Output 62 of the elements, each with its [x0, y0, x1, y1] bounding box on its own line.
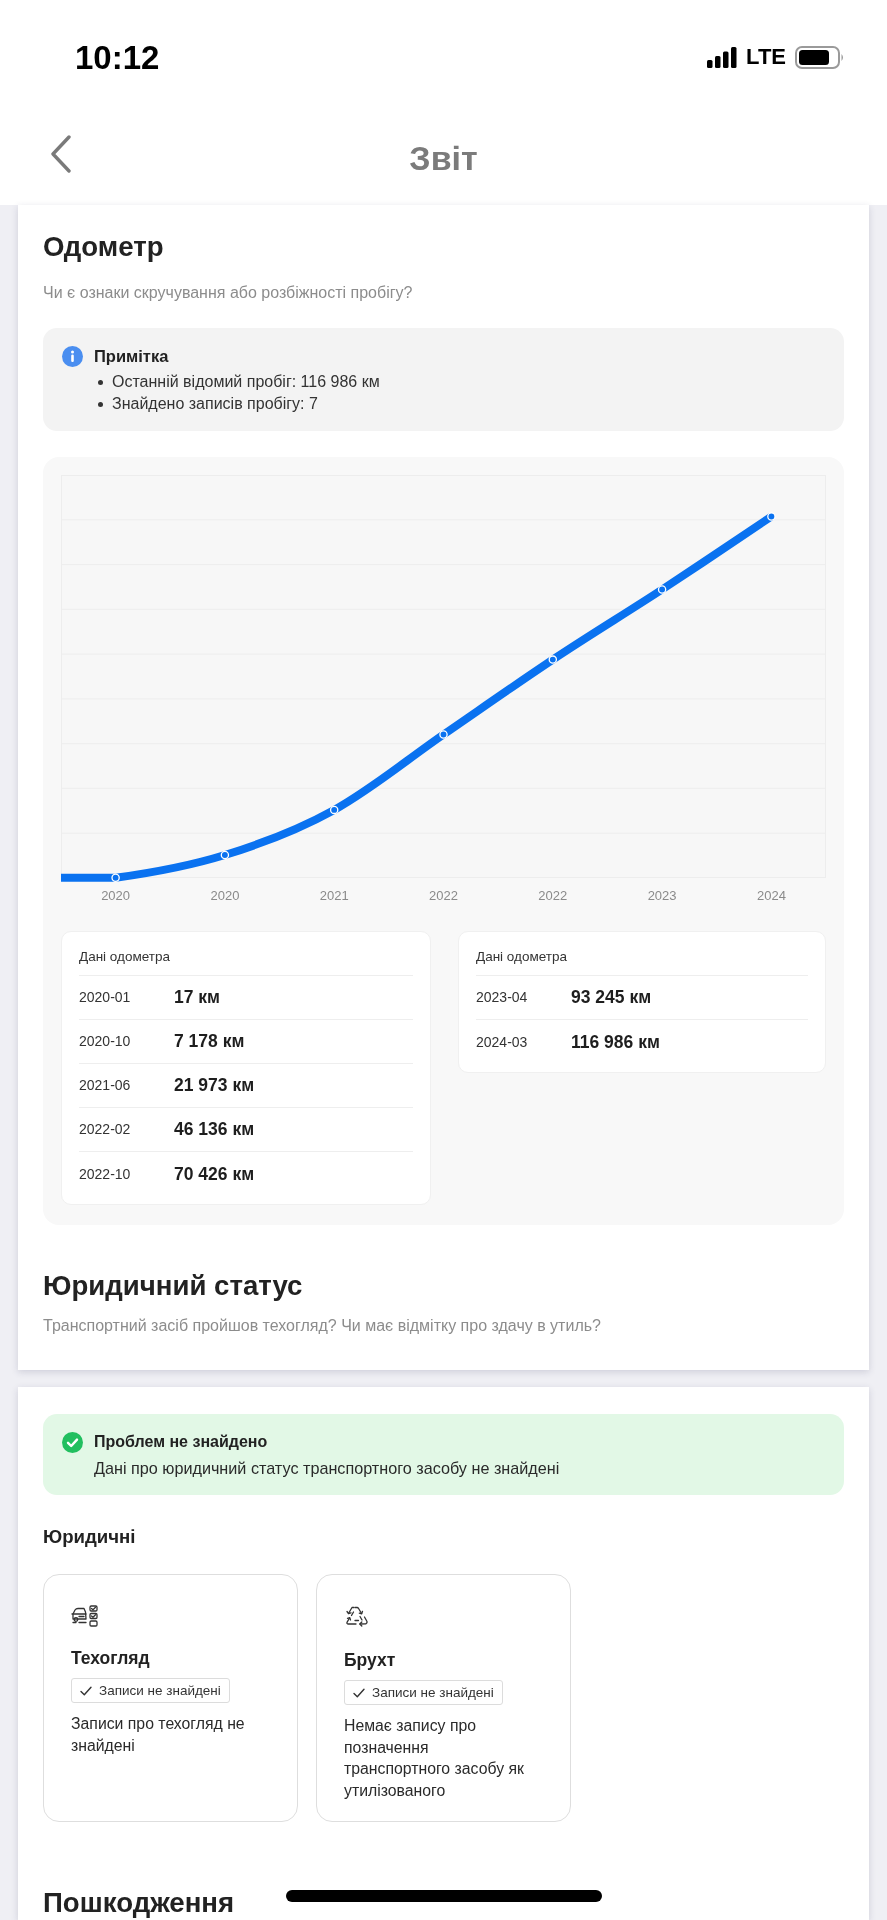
date-cell-text: 2023-04 — [476, 988, 529, 1007]
data-point — [111, 873, 120, 883]
car-checklist-icon — [71, 1605, 99, 1627]
axis-label: 2023 — [647, 888, 677, 904]
status-text: Записи не знайдені — [99, 1683, 221, 1698]
signal-icon — [707, 46, 738, 68]
info-icon — [62, 346, 83, 367]
mileage-cell-text: 17 км — [174, 986, 221, 1010]
data-point — [439, 730, 448, 739]
status-text: Записи не знайдені — [372, 1685, 494, 1700]
mileage-cell-text: 93 245 км — [571, 986, 652, 1010]
record-title: Брухт — [344, 1649, 397, 1671]
section-subtitle: Чи є ознаки скручування або розбіжності пробігу? — [43, 283, 413, 303]
date-cell-text: 2022-02 — [79, 1120, 132, 1139]
group-title: Юридичні — [43, 1526, 136, 1548]
data-point — [329, 805, 339, 815]
note-title: Примітка — [94, 346, 170, 366]
mileage-cell-text: 70 426 км — [174, 1162, 255, 1186]
axis-label: 2022 — [429, 888, 458, 904]
recycle-icon — [344, 1605, 370, 1629]
axis-label: 2022 — [538, 888, 568, 904]
section-title: Пошкодження — [43, 1889, 235, 1917]
data-point — [220, 850, 230, 860]
record-text: Записи про техогляд не знайдені — [71, 1714, 246, 1756]
back-icon — [50, 135, 72, 173]
data-point — [548, 655, 558, 664]
date-cell-text: 2022-10 — [79, 1164, 132, 1184]
axis-label: 2024 — [756, 888, 786, 904]
alert-title: Проблем не знайдено — [94, 1432, 269, 1452]
data-point — [767, 512, 776, 521]
back-button[interactable] — [50, 135, 74, 173]
record-text: Немає запису про позначення транспортного засобу як утилізованого — [344, 1716, 525, 1801]
table-heading: Дані одометра — [476, 948, 808, 976]
bullet-icon — [98, 401, 103, 407]
section-subtitle: Транспортний засіб пройшов техогляд? Чи має відмітку про здачу в утиль? — [43, 1316, 601, 1336]
date-cell-text: 2024-03 — [476, 1032, 529, 1052]
status-time: 10:12 — [75, 40, 160, 74]
alert-text: Дані про юридичний статус транспортного засобу не знайдені — [94, 1458, 560, 1479]
data-point — [657, 585, 667, 594]
note-item: Останній відомий пробіг: 116 986 км — [112, 372, 380, 392]
table-heading: Дані одометра — [79, 948, 413, 976]
section-title: Юридичний статус — [43, 1270, 303, 1302]
date-cell-text: 2020-01 — [79, 988, 132, 1007]
mileage-cell-text: 116 986 км — [571, 1030, 660, 1054]
date-cell-text: 2021-06 — [79, 1076, 132, 1095]
check-circle-icon — [62, 1432, 83, 1453]
network-label: LTE — [746, 46, 786, 68]
check-icon — [80, 1685, 92, 1696]
note-item: Знайдено записів пробігу: 7 — [112, 394, 318, 414]
mileage-cell-text: 46 136 км — [174, 1118, 255, 1142]
date-cell-text: 2020-10 — [79, 1032, 132, 1051]
check-icon — [353, 1687, 365, 1698]
axis-label: 2021 — [319, 888, 349, 904]
section-title: Одометр — [43, 231, 164, 263]
bullet-icon — [98, 379, 103, 385]
mileage-cell-text: 21 973 км — [174, 1074, 255, 1098]
mileage-cell-text: 7 178 км — [174, 1030, 245, 1054]
axis-label: 2020 — [101, 888, 131, 904]
battery-icon — [795, 45, 845, 69]
axis-label: 2020 — [210, 888, 240, 904]
record-title: Техогляд — [71, 1647, 151, 1669]
page-title: Звіт — [409, 140, 478, 175]
